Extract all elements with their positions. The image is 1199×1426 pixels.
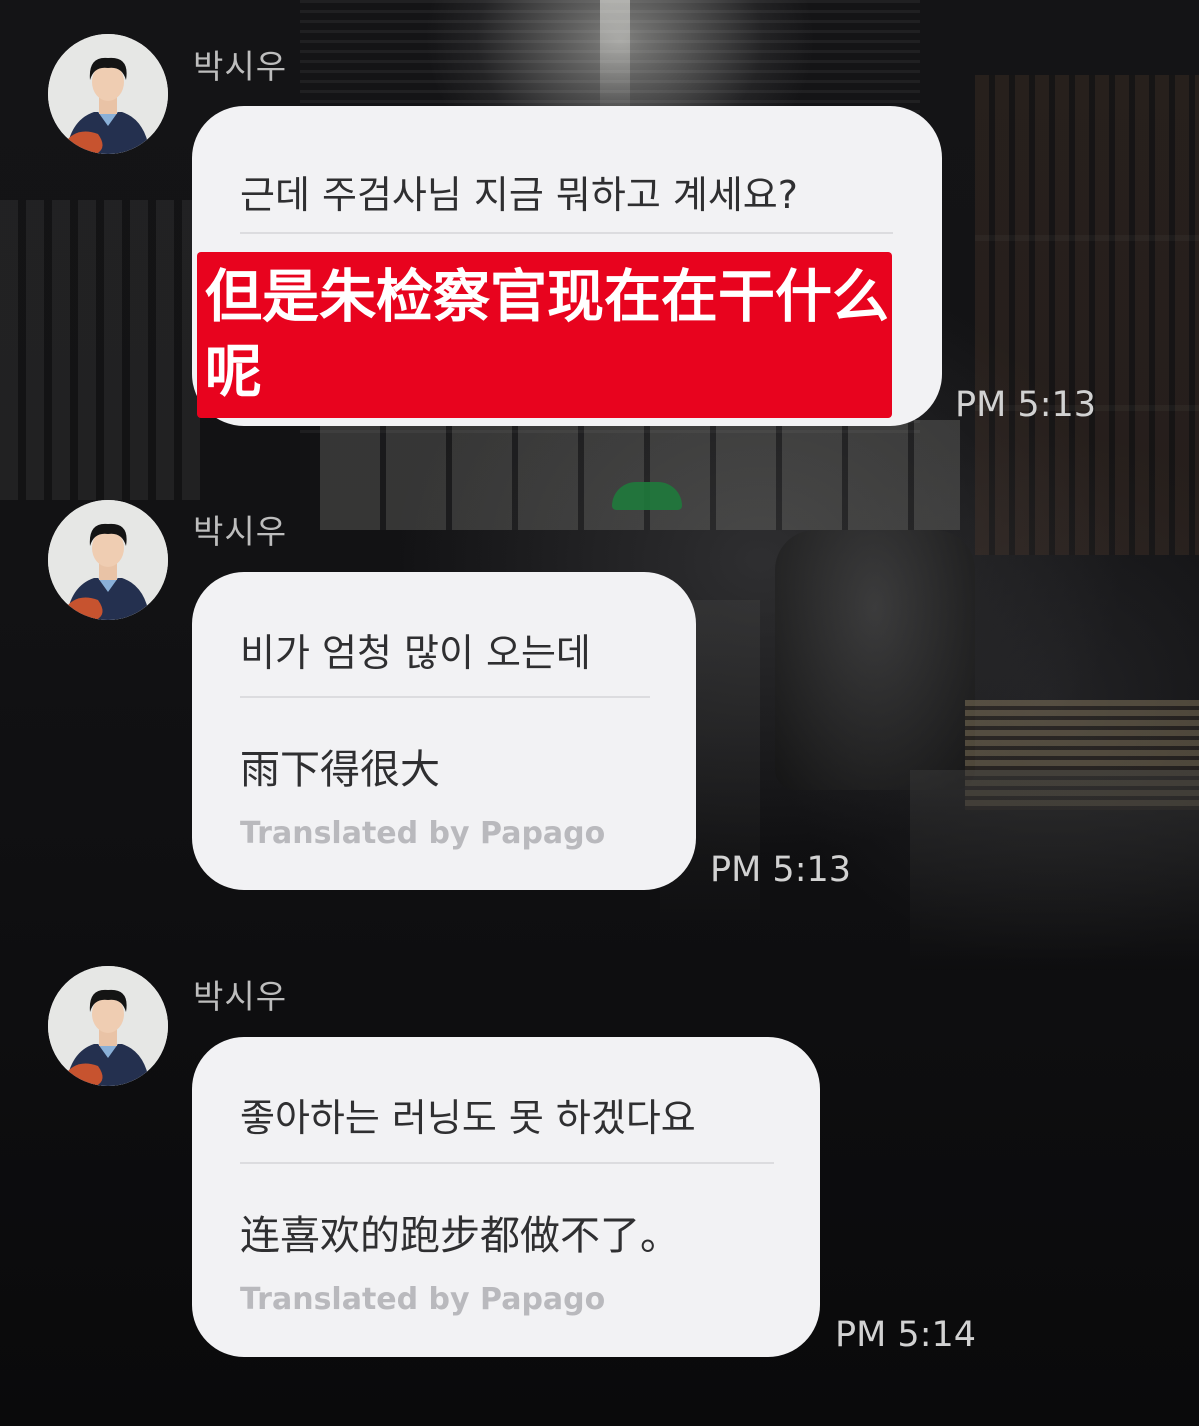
background-desk-lamp — [612, 482, 682, 510]
background-bookshelf — [975, 75, 1199, 555]
original-message-text: 좋아하는 러닝도 못 하겠다요 — [240, 1096, 696, 1140]
message-bubble[interactable]: 근데 주검사님 지금 뭐하고 계세요? 但是朱检察官现在在干什么呢 — [192, 106, 942, 426]
background-office-chair — [775, 530, 975, 790]
background-table — [910, 770, 1199, 970]
message-timestamp: PM 5:14 — [835, 1315, 977, 1355]
original-message-text: 근데 주검사님 지금 뭐하고 계세요? — [240, 173, 798, 217]
message-bubble[interactable]: 좋아하는 러닝도 못 하겠다요 连喜欢的跑步都做不了。 Translated b… — [192, 1037, 820, 1357]
sender-name: 박시우 — [193, 977, 288, 1016]
avatar-portrait-icon — [48, 34, 168, 154]
bubble-divider — [240, 232, 893, 234]
translated-by-papago-label: Translated by Papago — [240, 816, 606, 851]
avatar[interactable] — [48, 500, 168, 620]
avatar[interactable] — [48, 966, 168, 1086]
sender-name: 박시우 — [193, 47, 288, 86]
translation-highlight: 但是朱检察官现在在干什么呢 — [197, 252, 892, 418]
message-timestamp: PM 5:13 — [955, 385, 1097, 425]
translated-message-text: 雨下得很大 — [240, 747, 440, 793]
background-desk-drawers — [320, 420, 960, 530]
translated-by-papago-label: Translated by Papago — [240, 1282, 606, 1317]
sender-name: 박시우 — [193, 512, 288, 551]
translated-message-text: 但是朱检察官现在在干什么呢 — [205, 264, 889, 405]
background-left-shelf — [0, 200, 200, 500]
original-message-text: 비가 엄청 많이 오는데 — [240, 631, 591, 675]
avatar-portrait-icon — [48, 966, 168, 1086]
message-bubble[interactable]: 비가 엄청 많이 오는데 雨下得很大 Translated by Papago — [192, 572, 696, 890]
avatar[interactable] — [48, 34, 168, 154]
avatar-portrait-icon — [48, 500, 168, 620]
translated-message-text: 连喜欢的跑步都做不了。 — [240, 1213, 680, 1259]
message-timestamp: PM 5:13 — [710, 850, 852, 890]
bubble-divider — [240, 696, 650, 698]
bubble-divider — [240, 1162, 774, 1164]
